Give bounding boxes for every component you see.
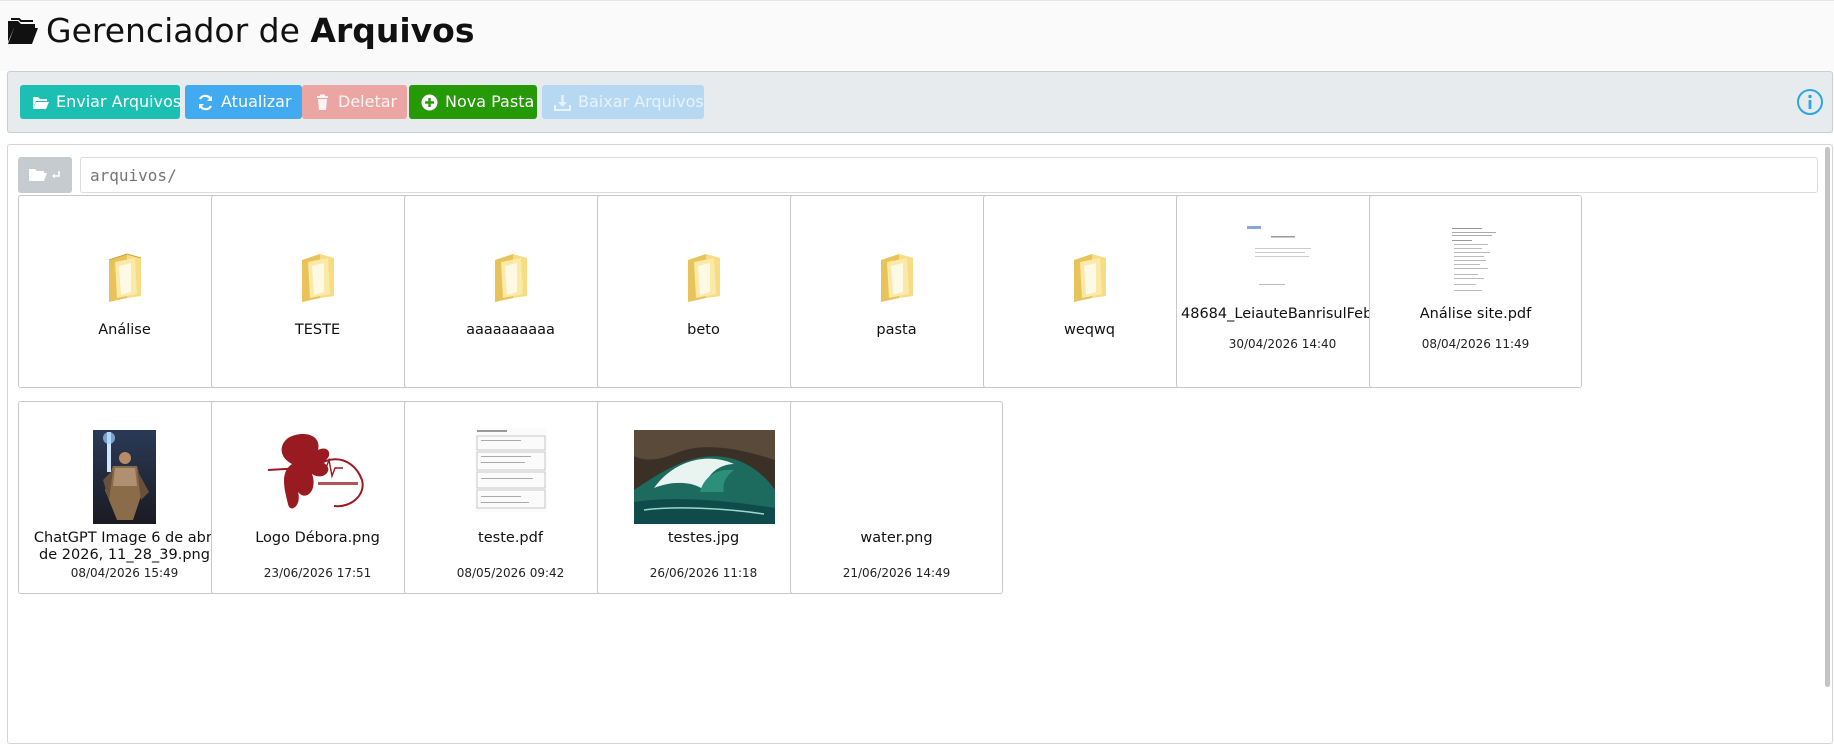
title-bold: Arquivos <box>310 11 475 50</box>
file-tile[interactable]: teste.pdf 08/05/2026 09:42 <box>404 401 617 594</box>
folder-icon <box>302 254 334 302</box>
image-thumbnail <box>634 430 775 524</box>
folder-name: TESTE <box>294 322 341 338</box>
folder-name: aaaaaaaaaa <box>466 322 555 338</box>
file-name: testes.jpg <box>667 530 740 546</box>
download-files-label: Baixar Arquivos <box>578 92 704 111</box>
folder-icon <box>1074 254 1106 302</box>
folder-tile[interactable]: pasta <box>790 195 1003 388</box>
file-name: Logo Débora.png <box>255 530 380 546</box>
document-thumbnail <box>1243 222 1323 294</box>
info-icon[interactable] <box>1796 88 1824 116</box>
file-date: 08/05/2026 09:42 <box>456 566 565 580</box>
refresh-icon <box>198 94 213 111</box>
toolbar: Enviar Arquivos Atualizar Deletar Nova P… <box>7 71 1833 133</box>
new-folder-button[interactable]: Nova Pasta <box>409 85 537 119</box>
file-name: water.png <box>860 530 933 546</box>
file-name: ChatGPT Image 6 de abr. de 2026, 11_28_3… <box>33 530 216 563</box>
plus-circle-icon <box>421 94 438 111</box>
folder-open-icon <box>8 18 38 44</box>
image-thumbnail <box>93 430 156 524</box>
folder-tile[interactable]: weqwq <box>983 195 1196 388</box>
folder-name: pasta <box>876 322 917 338</box>
folder-tile[interactable]: beto <box>597 195 810 388</box>
file-browser-panel: Análise TESTE aaaaaaaaaa beto <box>7 144 1833 744</box>
folder-name: weqwq <box>1063 322 1116 338</box>
file-name: Análise site.pdf <box>1419 306 1532 322</box>
path-input[interactable] <box>80 157 1818 193</box>
file-name: teste.pdf <box>478 530 543 546</box>
document-thumbnail <box>475 428 547 512</box>
title-light: Gerenciador de <box>46 11 311 50</box>
folder-tile[interactable]: TESTE <box>211 195 424 388</box>
document-thumbnail <box>1448 226 1504 302</box>
folder-icon <box>688 254 720 302</box>
delete-button[interactable]: Deletar <box>302 85 407 119</box>
folder-icon <box>495 254 527 302</box>
file-date: 23/06/2026 17:51 <box>263 566 372 580</box>
file-tile[interactable]: Análise site.pdf 08/04/2026 11:49 <box>1369 195 1582 388</box>
send-files-label: Enviar Arquivos <box>56 92 182 111</box>
page-title: Gerenciador de Arquivos <box>46 11 474 51</box>
file-date: 30/04/2026 14:40 <box>1228 337 1337 351</box>
folder-open-icon <box>33 97 49 109</box>
go-up-button[interactable] <box>18 157 72 193</box>
file-date: 21/06/2026 14:49 <box>842 566 951 580</box>
file-tile[interactable]: water.png 21/06/2026 14:49 <box>790 401 1003 594</box>
refresh-label: Atualizar <box>221 92 292 111</box>
download-icon <box>554 95 571 111</box>
file-tile[interactable]: 48684_LeiauteBanrisulFebra... 30/04/2026… <box>1176 195 1389 388</box>
folder-icon <box>108 253 142 302</box>
file-name: 48684_LeiauteBanrisulFebra... <box>1181 306 1384 322</box>
folder-tile[interactable]: aaaaaaaaaa <box>404 195 617 388</box>
folder-name: beto <box>687 322 720 338</box>
image-thumbnail <box>262 428 374 522</box>
trash-icon <box>317 94 328 110</box>
header: Gerenciador de Arquivos <box>0 0 1834 71</box>
file-tile[interactable]: ChatGPT Image 6 de abr. de 2026, 11_28_3… <box>18 401 231 594</box>
refresh-button[interactable]: Atualizar <box>185 85 302 119</box>
delete-label: Deletar <box>338 92 398 111</box>
folder-name: Análise <box>98 322 151 338</box>
file-tile[interactable]: Logo Débora.png 23/06/2026 17:51 <box>211 401 424 594</box>
file-date: 08/04/2026 15:49 <box>70 566 179 580</box>
file-date: 26/06/2026 11:18 <box>649 566 758 580</box>
file-tile[interactable]: testes.jpg 26/06/2026 11:18 <box>597 401 810 594</box>
download-files-button[interactable]: Baixar Arquivos <box>542 85 704 119</box>
folder-icon <box>881 254 913 302</box>
file-date: 08/04/2026 11:49 <box>1421 337 1530 351</box>
new-folder-label: Nova Pasta <box>445 92 535 111</box>
folder-tile[interactable]: Análise <box>18 195 231 388</box>
send-files-button[interactable]: Enviar Arquivos <box>20 85 182 119</box>
folder-up-icon <box>29 169 60 181</box>
scrollbar[interactable] <box>1825 147 1830 687</box>
